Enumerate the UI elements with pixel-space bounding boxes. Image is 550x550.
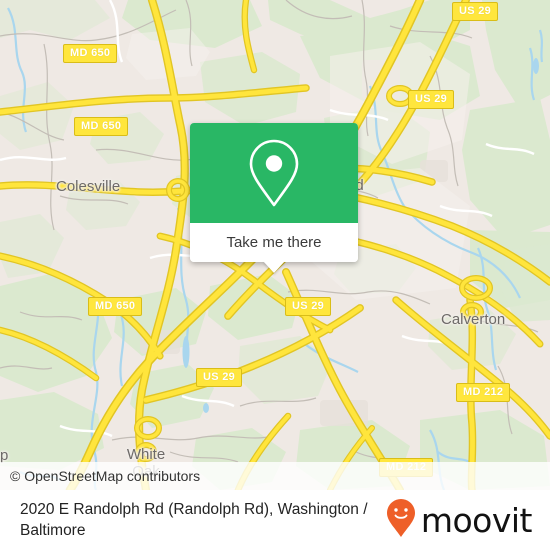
road-shield-us29-lower: US 29 <box>196 368 243 387</box>
place-label-colesville: Colesville <box>56 178 121 195</box>
road-shield-md650-south: MD 650 <box>88 297 143 316</box>
footer-bar: 2020 E Randolph Rd (Randolph Rd), Washin… <box>0 490 550 550</box>
road-shield-md650-mid: MD 650 <box>74 117 129 136</box>
moovit-wordmark: moovit <box>420 500 533 540</box>
road-shield-us29-center: US 29 <box>285 297 332 316</box>
map-canvas[interactable]: MD 650 MD 650 MD 650 US 29 US 29 US 29 U… <box>0 0 550 490</box>
take-me-there-label: Take me there <box>226 234 322 251</box>
address-text: 2020 E Randolph Rd (Randolph Rd), Washin… <box>20 501 368 539</box>
map-pin-icon <box>245 137 303 209</box>
popup-header <box>190 123 358 223</box>
attribution-text: © OpenStreetMap contributors <box>10 468 201 484</box>
moovit-logo[interactable]: moovit <box>386 498 550 543</box>
road-shield-us29-top: US 29 <box>452 2 499 21</box>
take-me-there-button[interactable]: Take me there <box>190 223 358 262</box>
moovit-pin-smiley-icon <box>386 498 416 543</box>
road-shield-md212-east: MD 212 <box>456 383 511 402</box>
map-attribution[interactable]: © OpenStreetMap contributors <box>0 462 550 490</box>
place-label-calverton: Calverton <box>441 311 506 328</box>
popup-pointer <box>263 261 285 273</box>
destination-popup-card[interactable]: Take me there <box>190 123 358 273</box>
road-shield-us29-upper: US 29 <box>408 90 455 109</box>
moovit-map-screenshot: MD 650 MD 650 MD 650 US 29 US 29 US 29 U… <box>0 0 550 550</box>
road-shield-md650-north: MD 650 <box>63 44 118 63</box>
